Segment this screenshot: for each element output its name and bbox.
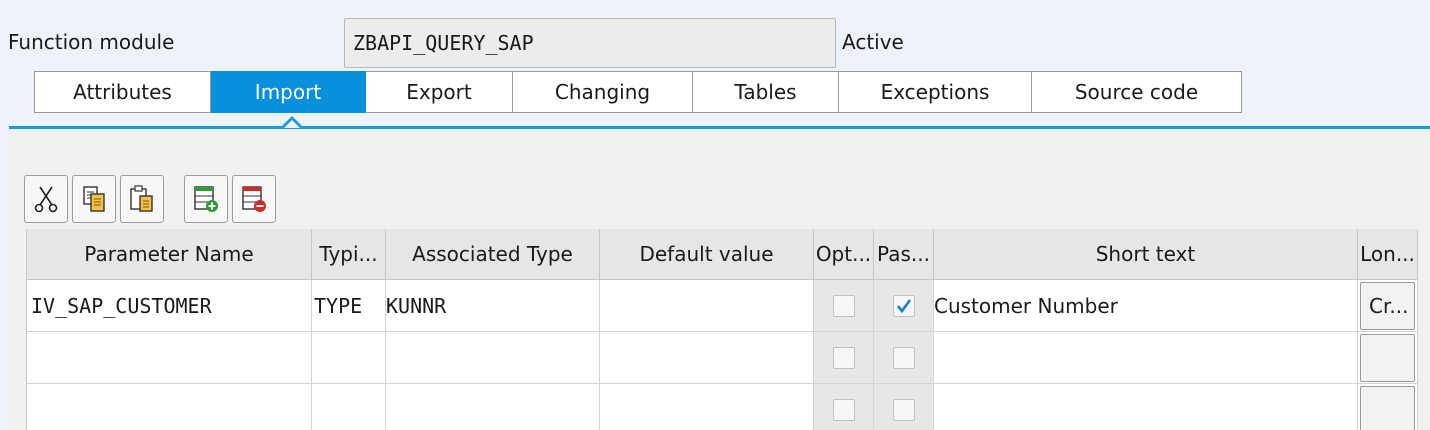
copy-button[interactable] xyxy=(72,175,116,223)
optional-checkbox[interactable] xyxy=(832,398,855,421)
pass-value-checkbox[interactable] xyxy=(892,294,915,317)
typing-cell[interactable] xyxy=(312,384,386,430)
long-text-button[interactable]: Cr... xyxy=(1360,281,1415,330)
optional-checkbox[interactable] xyxy=(832,346,855,369)
tab-strip: Attributes Import Export Changing Tables… xyxy=(34,71,1242,113)
typing-cell[interactable]: TYPE xyxy=(312,280,386,332)
column-header-pass-value[interactable]: Pas... xyxy=(874,229,934,280)
cut-icon xyxy=(34,186,58,213)
insert-row-button[interactable] xyxy=(184,175,228,223)
pass-value-checkbox[interactable] xyxy=(892,398,915,421)
typing-cell[interactable] xyxy=(312,332,386,384)
default-value-cell[interactable] xyxy=(600,332,814,384)
copy-icon xyxy=(83,186,105,212)
optional-cell xyxy=(814,384,874,430)
column-header-long-text[interactable]: Lon... xyxy=(1358,229,1418,280)
optional-cell xyxy=(814,332,874,384)
column-header-associated-type[interactable]: Associated Type xyxy=(386,229,600,280)
associated-type-cell[interactable] xyxy=(386,332,600,384)
delete-row-icon xyxy=(242,186,266,212)
long-text-button[interactable] xyxy=(1360,385,1415,430)
column-header-optional[interactable]: Opt... xyxy=(814,229,874,280)
pass-value-cell xyxy=(874,332,934,384)
short-text-cell[interactable] xyxy=(934,332,1358,384)
paste-icon xyxy=(130,185,153,212)
cut-button[interactable] xyxy=(24,175,68,223)
function-module-header: Function module ZBAPI_QUERY_SAP Active xyxy=(0,18,1430,68)
associated-type-cell[interactable]: KUNNR xyxy=(386,280,600,332)
column-header-parameter-name[interactable]: Parameter Name xyxy=(27,229,312,280)
status-text: Active xyxy=(842,30,904,54)
long-text-button[interactable] xyxy=(1360,333,1415,382)
column-header-default-value[interactable]: Default value xyxy=(600,229,814,280)
tab-attributes[interactable]: Attributes xyxy=(34,71,211,113)
tab-exceptions[interactable]: Exceptions xyxy=(839,71,1032,113)
optional-checkbox[interactable] xyxy=(832,294,855,317)
tab-source-code[interactable]: Source code xyxy=(1032,71,1242,113)
tab-changing[interactable]: Changing xyxy=(513,71,693,113)
pass-value-checkbox[interactable] xyxy=(892,346,915,369)
parameter-name-cell[interactable]: IV_SAP_CUSTOMER xyxy=(27,280,312,332)
column-header-typing[interactable]: Typi... xyxy=(312,229,386,280)
function-module-name-field[interactable]: ZBAPI_QUERY_SAP xyxy=(344,18,836,68)
default-value-cell[interactable] xyxy=(600,384,814,430)
checkmark-icon xyxy=(896,298,911,313)
pass-value-cell xyxy=(874,384,934,430)
long-text-cell: Cr... xyxy=(1358,280,1418,332)
tab-import[interactable]: Import xyxy=(211,71,366,113)
tab-export[interactable]: Export xyxy=(366,71,513,113)
parameter-name-cell[interactable] xyxy=(27,384,312,430)
insert-row-icon xyxy=(194,186,218,212)
default-value-cell[interactable] xyxy=(600,280,814,332)
tab-tables[interactable]: Tables xyxy=(693,71,839,113)
short-text-cell[interactable] xyxy=(934,384,1358,430)
pass-value-cell xyxy=(874,280,934,332)
associated-type-cell[interactable] xyxy=(386,384,600,430)
parameter-name-cell[interactable] xyxy=(27,332,312,384)
column-header-short-text[interactable]: Short text xyxy=(934,229,1358,280)
long-text-cell xyxy=(1358,384,1418,430)
long-text-cell xyxy=(1358,332,1418,384)
import-parameters-table: Parameter Name Typi... Associated Type D… xyxy=(26,229,1418,430)
optional-cell xyxy=(814,280,874,332)
short-text-cell[interactable]: Customer Number xyxy=(934,280,1358,332)
delete-row-button[interactable] xyxy=(232,175,276,223)
function-module-label: Function module xyxy=(8,30,175,54)
paste-button[interactable] xyxy=(120,175,164,223)
